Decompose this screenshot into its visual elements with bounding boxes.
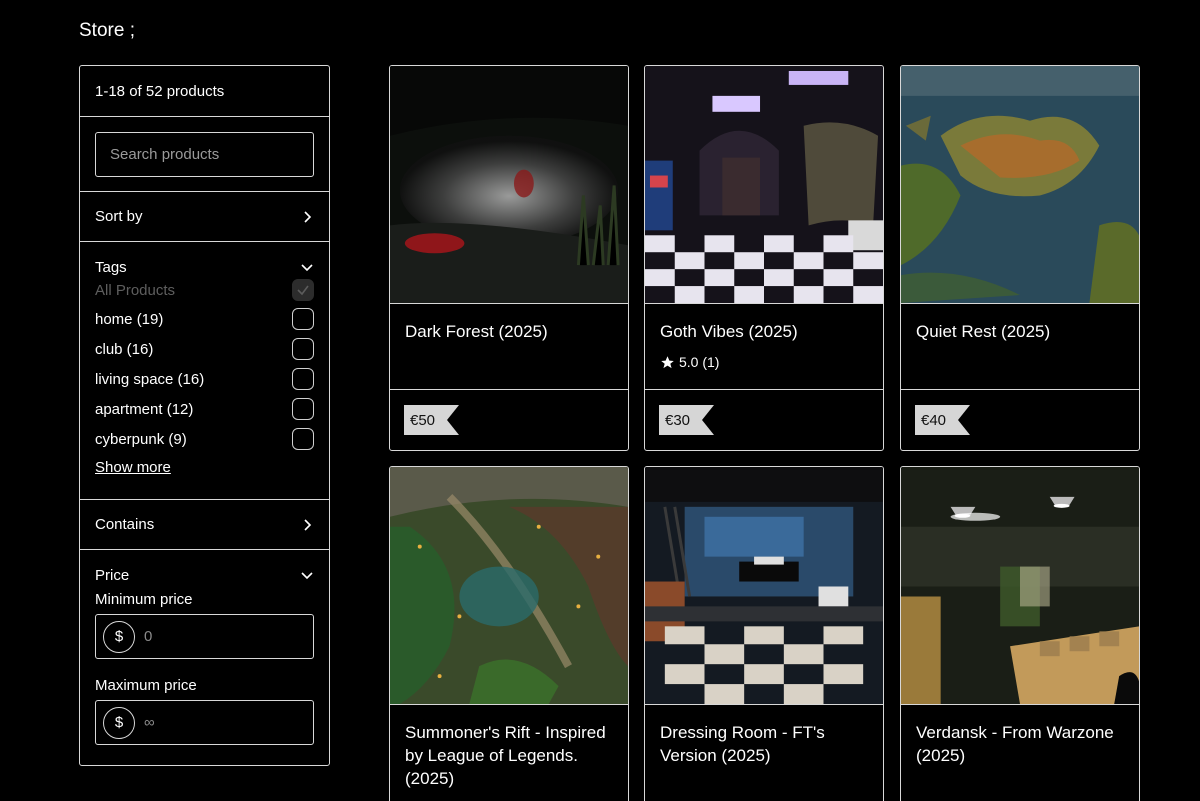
price-toggle[interactable]: Price [95, 564, 314, 586]
product-info: Quiet Rest (2025) [901, 304, 1139, 390]
min-price-field[interactable]: $ 0 [95, 614, 314, 659]
product-price: €40 [921, 411, 947, 429]
filter-sidebar: 1-18 of 52 products Sort by Tags All Pro… [79, 65, 330, 766]
max-price-value: ∞ [144, 714, 155, 731]
product-info: Dressing Room - FT's Version (2025) [645, 705, 883, 801]
product-card[interactable]: Summoner's Rift - Inspired by League of … [389, 466, 629, 801]
dollar-icon: $ [103, 620, 135, 653]
product-image[interactable] [645, 66, 883, 304]
product-card[interactable]: Dressing Room - FT's Version (2025) [644, 466, 884, 801]
product-image[interactable] [645, 467, 883, 705]
product-title[interactable]: Dressing Room - FT's Version (2025) [660, 721, 868, 767]
tag-checkbox[interactable] [292, 398, 314, 420]
price-tag: €50 [404, 405, 460, 435]
star-icon [661, 355, 674, 368]
tag-filter[interactable]: living space (16) [95, 364, 314, 394]
tags-label: Tags [95, 258, 127, 276]
tag-filter[interactable]: cyberpunk (9) [95, 424, 314, 454]
price-tag: €40 [915, 405, 971, 435]
tags-toggle[interactable]: Tags [95, 256, 314, 278]
product-title[interactable]: Quiet Rest (2025) [916, 320, 1124, 343]
tag-list: All Products home (19) club (16) living spa… [95, 276, 314, 454]
tag-filter[interactable]: apartment (12) [95, 394, 314, 424]
product-info: Goth Vibes (2025) 5.0 (1) [645, 304, 883, 390]
product-image[interactable] [901, 66, 1139, 304]
product-image[interactable] [901, 467, 1139, 705]
product-price: €50 [410, 411, 436, 429]
min-price-label: Minimum price [95, 591, 193, 608]
product-count: 1-18 of 52 products [95, 82, 225, 100]
tag-checkbox[interactable] [292, 368, 314, 390]
product-title[interactable]: Goth Vibes (2025) [660, 320, 868, 343]
price-tag: €30 [659, 405, 715, 435]
tag-label: All Products [95, 281, 176, 299]
product-title[interactable]: Dark Forest (2025) [405, 320, 613, 343]
page-title: Store ; [79, 20, 135, 41]
tag-label: home (19) [95, 310, 164, 328]
sort-by-toggle[interactable]: Sort by [80, 192, 329, 242]
product-title[interactable]: Verdansk - From Warzone (2025) [916, 721, 1124, 767]
tags-section: Tags All Products home (19) club (16) livin… [80, 242, 329, 500]
product-info: Summoner's Rift - Inspired by League of … [390, 705, 628, 801]
max-price-field[interactable]: $ ∞ [95, 700, 314, 745]
product-title[interactable]: Summoner's Rift - Inspired by League of … [405, 721, 613, 790]
product-footer: €50 [390, 390, 628, 450]
rating-value: 5.0 (1) [679, 354, 720, 370]
min-price-value: 0 [144, 628, 153, 645]
product-count-section: 1-18 of 52 products [80, 66, 329, 117]
product-image[interactable] [390, 66, 628, 304]
product-footer: €30 [645, 390, 883, 450]
search-section [80, 117, 329, 192]
product-card[interactable]: Dark Forest (2025) €50 [389, 65, 629, 451]
contains-label: Contains [95, 516, 155, 533]
product-card[interactable]: Verdansk - From Warzone (2025) [900, 466, 1140, 801]
max-price-label: Maximum price [95, 677, 197, 694]
tag-filter[interactable]: club (16) [95, 334, 314, 364]
product-card[interactable]: Quiet Rest (2025) €40 [900, 65, 1140, 451]
sort-by-label: Sort by [95, 208, 143, 225]
product-image[interactable] [390, 467, 628, 705]
tag-checkbox[interactable] [292, 428, 314, 450]
chevron-down-icon [300, 260, 314, 274]
search-input[interactable] [95, 132, 314, 177]
chevron-right-icon [300, 210, 314, 224]
tag-checkbox [292, 279, 314, 301]
price-section: Price Minimum price $ 0 Maximum price $ … [80, 550, 329, 765]
chevron-right-icon [300, 518, 314, 532]
tag-checkbox[interactable] [292, 308, 314, 330]
tag-label: club (16) [95, 340, 154, 358]
tag-label: apartment (12) [95, 400, 194, 418]
product-footer: €40 [901, 390, 1139, 450]
check-icon [297, 285, 309, 296]
chevron-down-icon [300, 568, 314, 582]
dollar-icon: $ [103, 706, 135, 739]
product-info: Verdansk - From Warzone (2025) [901, 705, 1139, 801]
price-label: Price [95, 566, 130, 584]
tag-label: living space (16) [95, 370, 205, 388]
tag-label: cyberpunk (9) [95, 430, 187, 448]
show-more-link[interactable]: Show more [95, 459, 171, 476]
product-info: Dark Forest (2025) [390, 304, 628, 390]
product-price: €30 [665, 411, 691, 429]
contains-toggle[interactable]: Contains [80, 500, 329, 550]
tag-checkbox[interactable] [292, 338, 314, 360]
product-card[interactable]: Goth Vibes (2025) 5.0 (1) €30 [644, 65, 884, 451]
tag-filter: All Products [95, 276, 314, 304]
product-rating: 5.0 (1) [660, 354, 868, 370]
tag-filter[interactable]: home (19) [95, 304, 314, 334]
